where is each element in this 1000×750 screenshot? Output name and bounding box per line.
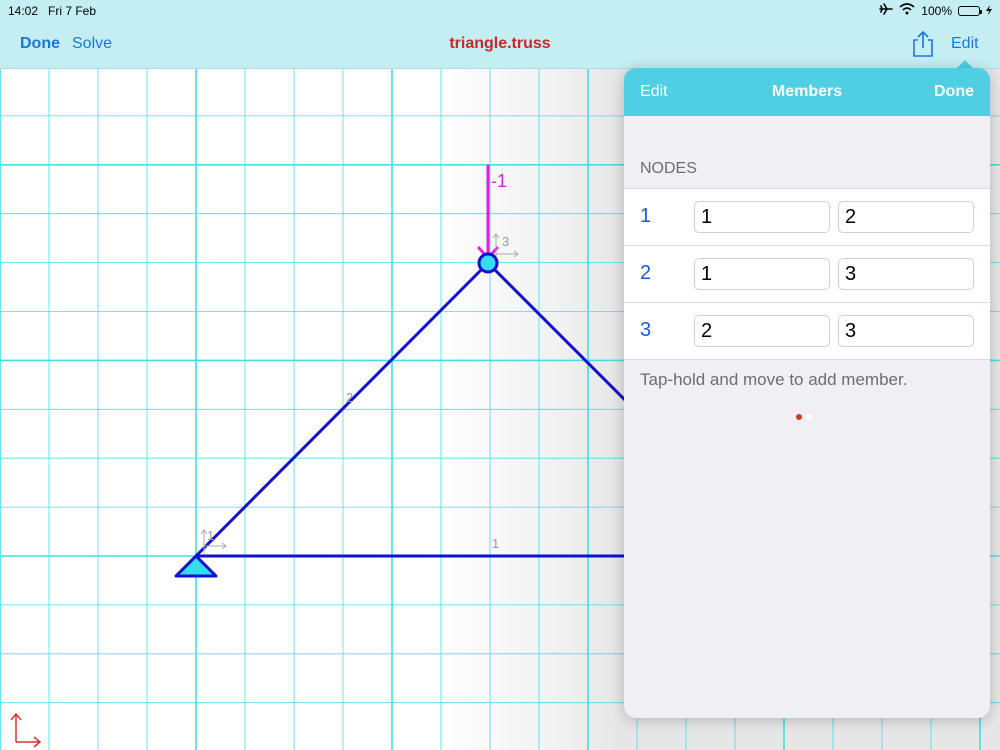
node-3[interactable] (477, 252, 499, 274)
node-b-field[interactable] (838, 315, 974, 347)
member-3[interactable] (486, 261, 642, 417)
member-label-1: 1 (492, 536, 499, 551)
battery-percent: 100% (921, 3, 952, 18)
navigation-bar: Done Solve triangle.truss Edit (0, 22, 1000, 69)
popover-header: Edit Members Done (624, 68, 990, 116)
battery-icon (958, 5, 982, 16)
member-row: 1 (624, 189, 990, 246)
node-b-field[interactable] (838, 201, 974, 233)
node-a-field[interactable] (694, 315, 830, 347)
status-date: Fri 7 Feb (48, 4, 97, 18)
status-icons: 100% (879, 3, 992, 18)
page-dot[interactable] (796, 414, 802, 420)
member-label-2: 2 (346, 390, 353, 405)
member-index: 3 (640, 319, 652, 341)
members-popover: Edit Members Done NODES 1 2 3 Tap-hold a… (624, 68, 990, 718)
document-title: triangle.truss (449, 35, 551, 52)
node-label-1: 1 (207, 528, 214, 543)
node-a-field[interactable] (694, 258, 830, 290)
airplane-icon (879, 3, 894, 18)
node-label-3: 3 (502, 234, 509, 249)
member-list: 1 2 3 (624, 188, 990, 360)
edit-button[interactable]: Edit (951, 35, 979, 53)
page-indicator[interactable] (796, 414, 812, 420)
member-row: 2 (624, 246, 990, 303)
status-time: 14:02 (8, 4, 39, 18)
status-bar: 14:02 Fri 7 Feb 100% (0, 0, 1000, 22)
wifi-icon (899, 3, 915, 18)
load-label: -1 (491, 171, 507, 191)
member-index: 1 (640, 205, 652, 227)
charging-icon (986, 4, 992, 18)
member-row: 3 (624, 303, 990, 359)
member-index: 2 (640, 262, 652, 284)
section-header: NODES (640, 160, 697, 177)
node-b-field[interactable] (838, 258, 974, 290)
hint-text: Tap-hold and move to add member. (640, 370, 908, 389)
node-a-field[interactable] (694, 201, 830, 233)
pin-support-icon[interactable] (174, 554, 218, 578)
popover-done-button[interactable]: Done (934, 83, 974, 101)
global-axes-icon (10, 712, 42, 748)
page-dot[interactable] (806, 414, 812, 420)
share-icon[interactable] (912, 30, 934, 63)
